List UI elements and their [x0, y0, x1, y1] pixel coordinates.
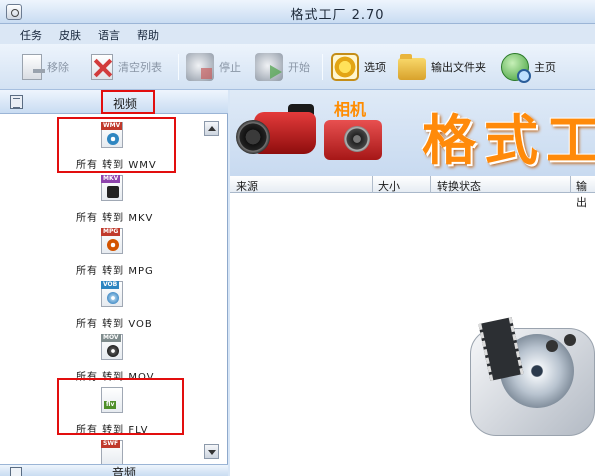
menu-skin[interactable]: 皮肤 [59, 27, 81, 43]
column-source[interactable]: 来源 [236, 178, 258, 194]
folder-icon [398, 54, 426, 80]
scroll-down-button[interactable] [204, 444, 219, 459]
stop-icon [186, 53, 214, 81]
column-divider[interactable] [570, 176, 571, 193]
camera-label: 相机 [334, 100, 367, 119]
column-divider[interactable] [372, 176, 373, 193]
camera-icon [324, 120, 382, 160]
format-label: 所有 转到 MKV [76, 213, 154, 224]
toolbar-separator [178, 54, 179, 80]
start-button[interactable]: 开始 [255, 50, 310, 84]
options-label: 选项 [364, 61, 386, 74]
clear-list-label: 清空列表 [118, 61, 162, 74]
start-label: 开始 [288, 61, 310, 74]
category-header-audio[interactable]: 音频 [0, 464, 228, 476]
mkv-file-icon: MKV [101, 175, 123, 201]
menu-help[interactable]: 帮助 [137, 27, 159, 43]
highlight-flv-item [57, 378, 184, 435]
menu-bar: 任务 皮肤 语言 帮助 [0, 24, 595, 44]
remove-button[interactable]: 移除 [18, 50, 69, 84]
mov-file-icon: MOV [101, 334, 123, 360]
banner: 相机 格式工 [230, 90, 595, 176]
title-bar: 格式工厂 2.70 [0, 0, 595, 24]
toolbar: 移除 清空列表 停止 开始 选项 输出文件夹 主页 [0, 44, 595, 90]
format-tag: SWF [101, 440, 121, 448]
output-folder-label: 输出文件夹 [431, 61, 486, 74]
column-divider[interactable] [430, 176, 431, 193]
audio-category-icon [10, 467, 22, 476]
camcorder-icon [236, 98, 320, 164]
format-tag: VOB [101, 281, 120, 289]
disc-glyph [107, 292, 119, 304]
window-title: 格式工厂 2.70 [290, 8, 385, 23]
remove-label: 移除 [47, 61, 69, 74]
format-tag: MOV [101, 334, 121, 342]
video-category-icon [10, 95, 23, 109]
home-icon [501, 53, 531, 83]
format-tag: MPG [101, 228, 121, 236]
scroll-up-button[interactable] [204, 121, 219, 136]
clear-list-button[interactable]: 清空列表 [88, 50, 162, 84]
home-label: 主页 [534, 61, 556, 74]
options-button[interactable]: 选项 [331, 50, 386, 84]
remove-icon [22, 54, 45, 80]
output-folder-button[interactable]: 输出文件夹 [398, 50, 486, 84]
format-label: 所有 转到 VOB [76, 319, 153, 330]
column-size[interactable]: 大小 [378, 178, 400, 194]
mpg-file-icon: MPG [101, 228, 123, 254]
format-label: 所有 转到 MPG [76, 266, 154, 277]
start-icon [255, 53, 283, 81]
clear-list-icon [91, 54, 113, 80]
column-status[interactable]: 转换状态 [437, 178, 481, 194]
stop-label: 停止 [219, 61, 241, 74]
highlight-wmv-item [57, 117, 176, 173]
task-list-header: 来源 大小 转换状态 输出 [230, 176, 595, 209]
menu-language[interactable]: 语言 [98, 27, 120, 43]
format-panel: 视频 WMV 所有 转到 WMV MKV 所有 转到 MKV MPG 所有 转到… [0, 90, 228, 476]
format-tag: MKV [101, 175, 121, 183]
reel-glyph [107, 345, 119, 357]
menu-task[interactable]: 任务 [20, 27, 42, 43]
options-icon [331, 53, 359, 81]
format-item-mkv[interactable]: MKV 所有 转到 MKV [60, 175, 180, 225]
format-item-vob[interactable]: VOB 所有 转到 VOB [60, 281, 180, 331]
stop-button[interactable]: 停止 [186, 50, 241, 84]
toolbar-separator [322, 54, 323, 80]
home-button[interactable]: 主页 [501, 50, 556, 84]
highlight-video-header [101, 90, 155, 114]
format-item-mpg[interactable]: MPG 所有 转到 MPG [60, 228, 180, 278]
vob-file-icon: VOB [101, 281, 123, 307]
swf-file-icon: SWF [101, 440, 123, 466]
clapper-glyph [107, 186, 119, 198]
column-output[interactable]: 输出 [576, 178, 595, 210]
format-item-mov[interactable]: MOV 所有 转到 MOV [60, 334, 180, 384]
category-label: 音频 [112, 466, 137, 476]
format-factory-logo [470, 317, 595, 436]
banner-title: 格式工 [422, 109, 595, 172]
play-glyph [107, 239, 119, 251]
